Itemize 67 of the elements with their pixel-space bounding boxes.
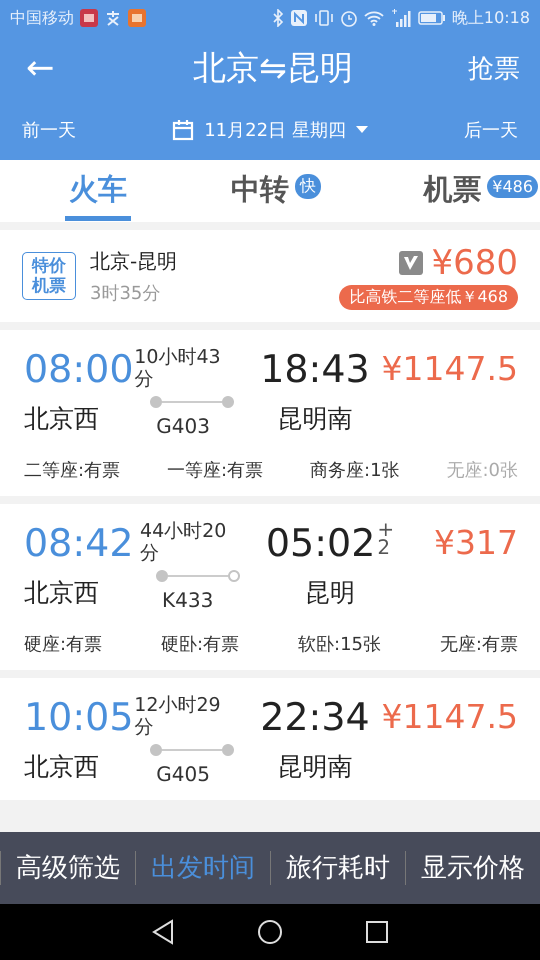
tab-badge: 快 <box>295 174 321 198</box>
seat-availability: 硬卧:有票 <box>161 633 240 656</box>
seat-availability: 一等座:有票 <box>167 459 264 482</box>
seat-availability: 二等座:有票 <box>24 459 120 482</box>
train-number: G403 <box>156 414 210 438</box>
travel-duration: 44小时20分 <box>140 520 228 566</box>
seat-availability: 硬座:有票 <box>24 633 102 656</box>
departure-station: 北京西 <box>24 404 100 434</box>
travel-duration: 10小时43分 <box>134 346 222 392</box>
arrival-station: 昆明 <box>305 578 355 608</box>
arrival-station: 昆明南 <box>277 404 352 434</box>
sort-option[interactable]: 旅行耗时 <box>270 851 405 885</box>
departure-time: 10:05 <box>24 694 134 740</box>
special-fare-tag: 特价机票 <box>22 252 76 300</box>
bluetooth-icon <box>272 9 284 27</box>
ticket-price: ¥1147.5 <box>382 696 518 738</box>
previous-day-button[interactable]: 前一天 <box>22 118 76 142</box>
dropdown-caret-icon <box>356 126 368 134</box>
departure-station: 北京西 <box>24 752 100 782</box>
ticket-price: ¥1147.5 <box>382 348 518 390</box>
signal-icon <box>390 9 412 27</box>
sort-option[interactable]: 显示价格 <box>405 851 540 885</box>
date-picker[interactable]: 11月22日 星期四 <box>204 118 346 142</box>
wifi-icon <box>364 10 384 26</box>
mode-tab[interactable]: 中转 <box>227 162 293 220</box>
app-notification-icon <box>80 9 98 27</box>
arrival-station: 昆明南 <box>277 752 352 782</box>
app-notification-icon <box>104 9 122 27</box>
back-button[interactable]: ← <box>26 51 136 85</box>
train-number: K433 <box>162 588 214 612</box>
calendar-icon <box>172 119 194 141</box>
vibrate-icon <box>314 9 334 27</box>
departure-station: 北京西 <box>24 578 100 608</box>
day-offset: + 2 <box>377 520 394 556</box>
arrival-time: 18:43 <box>260 346 370 392</box>
alarm-icon <box>340 9 358 27</box>
battery-icon <box>418 11 446 25</box>
flight-price: ¥680 <box>431 242 518 282</box>
next-day-button[interactable]: 后一天 <box>464 118 518 142</box>
recents-nav-icon[interactable] <box>365 920 389 944</box>
back-nav-icon[interactable] <box>151 919 175 945</box>
route-title: 北京⇋昆明 <box>192 46 354 88</box>
seat-availability: 商务座:1张 <box>310 459 400 482</box>
sort-option[interactable]: 出发时间 <box>135 851 270 885</box>
departure-time: 08:42 <box>24 520 135 566</box>
grab-ticket-button[interactable]: 抢票 <box>410 50 520 86</box>
mode-tab[interactable]: 火车 <box>65 162 131 220</box>
savings-badge: 比高铁二等座低￥468 <box>339 284 518 310</box>
seat-availability: 无座:有票 <box>440 633 518 656</box>
flight-duration: 3时35分 <box>90 282 162 304</box>
app-notification-icon <box>128 9 146 27</box>
home-nav-icon[interactable] <box>257 919 283 945</box>
sort-option[interactable]: 高级筛选 <box>0 851 135 885</box>
seat-availability: 软卧:15张 <box>298 633 381 656</box>
seat-availability: 无座:0张 <box>446 459 518 482</box>
train-number: G405 <box>156 762 210 786</box>
clock-time: 晚上10:18 <box>452 8 530 28</box>
arrival-time: 05:02 <box>266 520 376 566</box>
carrier-name: 中国移动 <box>10 8 74 28</box>
nfc-icon <box>290 9 308 27</box>
flight-route: 北京-昆明 <box>90 248 178 274</box>
travel-duration: 12小时29分 <box>134 694 222 740</box>
arrival-time: 22:34 <box>260 694 370 740</box>
verified-icon <box>399 250 424 274</box>
ticket-price: ¥317 <box>433 522 518 564</box>
departure-time: 08:00 <box>24 346 134 392</box>
mode-tab[interactable]: 机票 <box>419 162 486 220</box>
